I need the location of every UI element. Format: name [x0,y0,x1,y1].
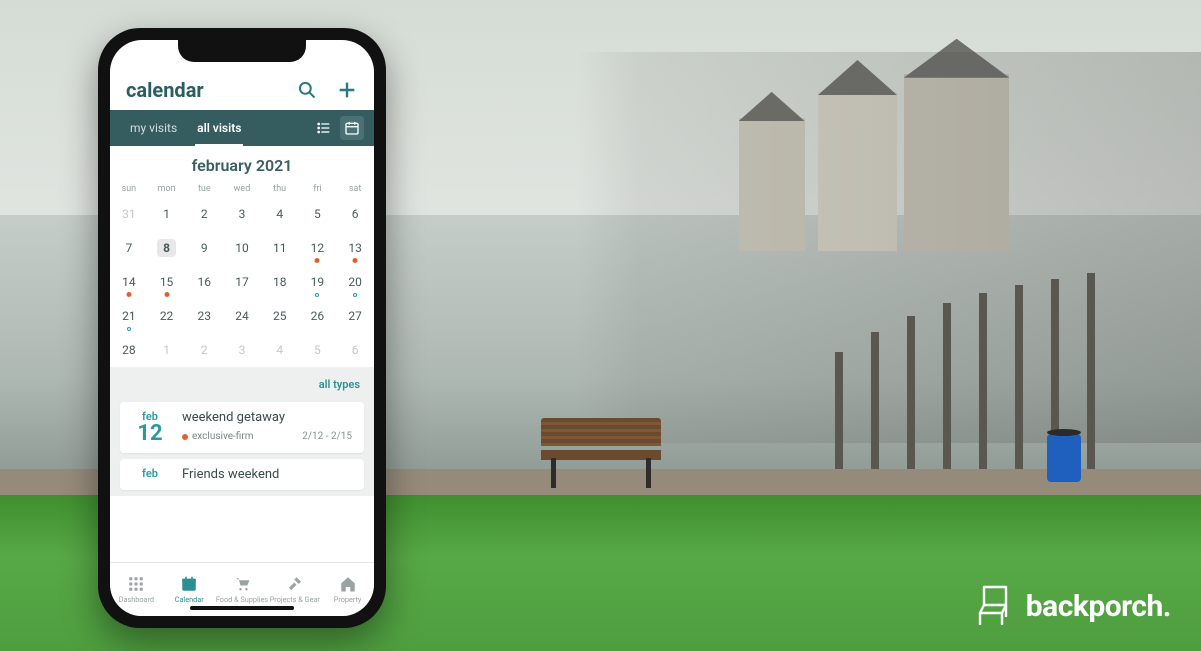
weekday-label: tue [185,181,223,197]
nav-label: Property [334,595,362,604]
brand-name: backporch. [1026,589,1171,624]
calendar-day[interactable]: 22 [148,299,186,333]
calendar-day[interactable]: 12 [299,231,337,265]
calendar-day[interactable]: 2 [185,197,223,231]
weekday-label: thu [261,181,299,197]
events-section: all types feb12 weekend getaway exclusive-… [110,367,374,496]
calendar-day[interactable]: 28 [110,333,148,367]
calendar-day[interactable]: 20 [336,265,374,299]
calendar-day[interactable]: 17 [223,265,261,299]
event-range: 2/12 - 2/15 [302,431,352,442]
calendar-day[interactable]: 4 [261,197,299,231]
phone-notch [178,40,306,62]
calendar-day[interactable]: 4 [261,333,299,367]
nav-label: Projects & Gear [270,595,320,604]
month-label: february 2021 [110,146,374,181]
calendar-day[interactable]: 6 [336,197,374,231]
nav-label: Dashboard [119,595,154,604]
calendar-day[interactable]: 19 [299,265,337,299]
home-indicator [190,606,294,610]
filter-all-types[interactable]: all types [319,378,360,391]
search-icon[interactable] [296,79,318,101]
calendar-day[interactable]: 13 [336,231,374,265]
calendar-day[interactable]: 5 [299,333,337,367]
calendar-day[interactable]: 11 [261,231,299,265]
calendar-day[interactable]: 8 [148,231,186,265]
event-card[interactable]: feb Friends weekend [120,459,364,490]
calendar-day[interactable]: 2 [185,333,223,367]
nav-dashboard[interactable]: Dashboard [110,575,163,604]
calendar-day[interactable]: 3 [223,333,261,367]
nav-label: Calendar [175,595,204,604]
calendar-day[interactable]: 25 [261,299,299,333]
calendar-day[interactable]: 26 [299,299,337,333]
calendar-day[interactable]: 7 [110,231,148,265]
calendar-grid: 3112345678910111213141516171819202122232… [110,197,374,367]
event-tag: exclusive-firm [182,431,253,442]
event-date: feb [132,467,168,488]
tab-all-visits[interactable]: all visits [187,110,251,146]
calendar-day[interactable]: 1 [148,197,186,231]
tab-my-visits[interactable]: my visits [120,110,187,146]
calendar-day[interactable]: 31 [110,197,148,231]
weekday-label: mon [148,181,186,197]
weekday-header: sunmontuewedthufrisat [110,181,374,197]
event-title: weekend getaway [182,410,352,425]
list-view-icon[interactable] [312,116,336,140]
background-dock-piles [817,273,1177,468]
nav-food-supplies[interactable]: Food & Supplies [216,575,269,604]
page-title: calendar [126,78,204,102]
calendar-day[interactable]: 5 [299,197,337,231]
calendar-day[interactable]: 3 [223,197,261,231]
weekday-label: wed [223,181,261,197]
app-screen: calendar my visits all visits febru [110,40,374,616]
visits-tabbar: my visits all visits [110,110,374,146]
calendar-day[interactable]: 9 [185,231,223,265]
phone-frame: calendar my visits all visits febru [98,28,386,628]
weekday-label: sat [336,181,374,197]
calendar-day[interactable]: 24 [223,299,261,333]
calendar-day[interactable]: 16 [185,265,223,299]
weekday-label: sun [110,181,148,197]
calendar-body: february 2021 sunmontuewedthufrisat 3112… [110,146,374,562]
calendar-day[interactable]: 14 [110,265,148,299]
calendar-day[interactable]: 18 [261,265,299,299]
event-card[interactable]: feb12 weekend getaway exclusive-firm 2/12 -… [120,402,364,453]
calendar-view-icon[interactable] [340,116,364,140]
nav-calendar[interactable]: Calendar [163,575,216,604]
calendar-day[interactable]: 27 [336,299,374,333]
calendar-day[interactable]: 1 [148,333,186,367]
background-bench [541,418,661,488]
event-title: Friends weekend [182,467,352,482]
calendar-day[interactable]: 10 [223,231,261,265]
calendar-day[interactable]: 21 [110,299,148,333]
nav-projects-gear[interactable]: Projects & Gear [268,575,321,604]
add-icon[interactable] [336,79,358,101]
calendar-day[interactable]: 23 [185,299,223,333]
chair-icon [976,583,1016,629]
brand-logo: backporch. [976,583,1171,629]
calendar-day[interactable]: 6 [336,333,374,367]
nav-label: Food & Supplies [216,595,268,604]
background-barrel [1047,434,1081,482]
nav-property[interactable]: Property [321,575,374,604]
weekday-label: fri [299,181,337,197]
event-date: feb12 [132,410,168,445]
calendar-day[interactable]: 15 [148,265,186,299]
